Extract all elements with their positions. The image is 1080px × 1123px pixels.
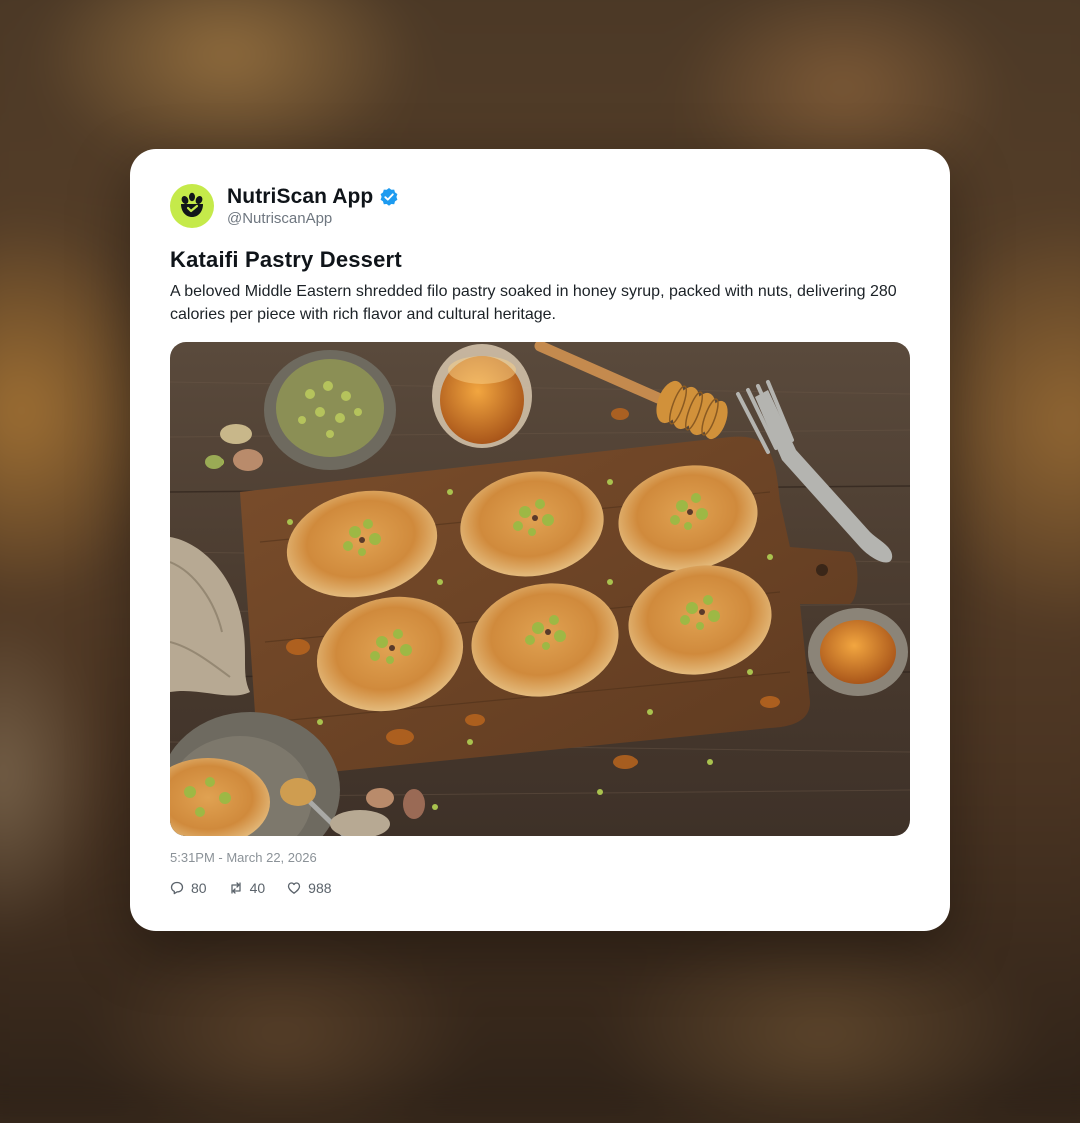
post-title: Kataifi Pastry Dessert — [170, 247, 402, 272]
account-handle[interactable]: @NutriscanApp — [227, 210, 332, 227]
post-image[interactable] — [170, 342, 910, 836]
repost-icon — [230, 882, 241, 894]
name-row: NutriScan App — [227, 185, 399, 209]
reply-button[interactable]: 80 — [170, 880, 207, 896]
like-count: 988 — [308, 880, 332, 896]
reply-icon — [170, 881, 184, 895]
post-card: NutriScan App @NutriscanApp Kataifi Past… — [130, 149, 950, 931]
post-timestamp[interactable]: 5:31PM - March 22, 2026 — [170, 850, 317, 865]
like-button[interactable]: 988 — [287, 880, 332, 896]
heart-icon — [288, 882, 301, 894]
post-description: A beloved Middle Eastern shredded filo p… — [170, 283, 897, 323]
repost-button[interactable]: 40 — [229, 880, 266, 896]
engagement-bar: 80 40 988 — [170, 880, 354, 896]
reply-count: 80 — [191, 880, 207, 896]
repost-count: 40 — [249, 880, 266, 896]
verified-badge-icon — [380, 188, 398, 206]
account-name[interactable]: NutriScan App — [227, 185, 373, 209]
nutriscan-logo-icon — [181, 192, 203, 217]
avatar[interactable] — [170, 184, 214, 228]
post-header: NutriScan App @NutriscanApp — [170, 184, 870, 230]
kataifi-pastry-photo — [170, 342, 910, 836]
